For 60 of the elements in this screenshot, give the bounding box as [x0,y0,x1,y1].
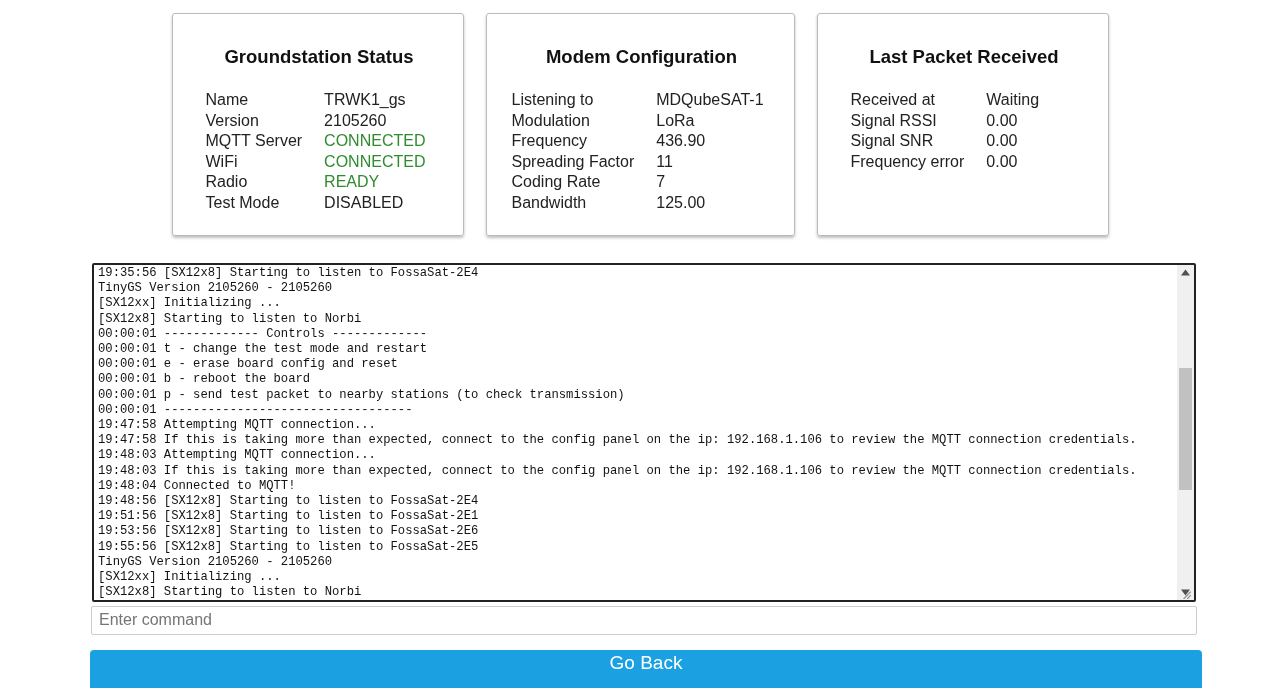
field-label: Test Mode [205,192,281,213]
field-value: LoRa [656,110,696,131]
log-line: 19:47:58 If this is taking more than expected, connect to the config panel on the ip: 192.168.1.106 to review the MQTT connection credentials. [98,433,1138,449]
card-title: Last Packet Received [868,46,1060,68]
log-line: 19:47:58 Attempting MQTT connection... [98,418,377,434]
field-label: Frequency [511,131,589,152]
log-line: [SX12x8] Starting to listen to Norbi [98,585,363,600]
field-label: MQTT Server [205,131,303,152]
field-label: Frequency error [850,151,965,172]
field-value: CONNECTED [324,131,426,152]
log-line: 00:00:01 ------------- Controls ------------- [98,326,429,342]
log-line: 00:00:01 p - send test packet to nearby stations (to check transmission) [98,387,626,403]
log-line: 19:48:04 Connected to MQTT! [98,478,297,495]
field-value: DISABLED [324,192,405,213]
field-value: CONNECTED [324,151,426,172]
field-label: Received at [850,90,936,110]
field-value: 7 [656,172,667,193]
field-value: 125.00 [656,192,707,213]
field-value: 436.90 [656,131,707,152]
log-line: [SX12xx] Initializing ... [98,296,282,312]
log-line: 00:00:01 t - change the test mode and restart [98,342,429,358]
field-value: 0.00 [986,151,1019,172]
log-line: 19:53:56 [SX12x8] Starting to listen to FossaSat-2E6 [98,524,480,540]
log-line: TinyGS Version 2105260 - 2105260 [98,281,334,297]
log-line: 00:00:01 b - reboot the board [98,372,312,388]
field-label: Radio [205,172,249,193]
log-line: 19:51:56 [SX12x8] Starting to listen to FossaSat-2E1 [98,509,480,525]
log-line: [SX12x8] Starting to listen to Norbi [98,311,363,327]
log-line: 00:00:01 e - erase board config and reset [98,357,399,373]
log-line: TinyGS Version 2105260 - 2105260 [98,554,334,571]
field-label: Coding Rate [511,172,602,193]
field-label: Bandwidth [511,192,588,213]
field-value: MDQubeSAT-1 [656,90,764,110]
scrollbar[interactable] [1177,265,1194,600]
field-label: Listening to [511,90,595,110]
field-label: Signal RSSI [850,110,938,131]
command-field[interactable]: Enter command [91,606,1197,635]
field-value: 0.00 [986,131,1019,152]
log-line: 19:48:03 If this is taking more than expected, connect to the config panel on the ip: 192.168.1.106 to review the MQTT connection credentials. [98,463,1138,479]
card-title: Modem Configuration [544,46,739,68]
field-label: WiFi [205,151,239,172]
field-label: Version [205,110,260,131]
field-label: Signal SNR [850,131,935,152]
log-line: 19:55:56 [SX12x8] Starting to listen to FossaSat-2E5 [98,539,480,555]
log-line: 19:48:56 [SX12x8] Starting to listen to FossaSat-2E4 [98,494,480,510]
card-title: Groundstation Status [223,46,415,68]
field-label: Name [205,90,250,110]
log-line: 19:48:03 Attempting MQTT connection... [98,448,377,464]
field-label: Spreading Factor [511,151,635,172]
field-value: Waiting [986,90,1040,110]
field-value: READY [324,172,381,193]
log-line: 00:00:01 ---------------------------------- [98,402,414,419]
field-value: 11 [656,151,674,172]
log-line: 19:35:56 [SX12x8] Starting to listen to FossaSat-2E4 [98,266,480,282]
field-value: 2105260 [324,110,388,131]
field-value: TRWK1_gs [324,90,407,110]
field-value: 0.00 [986,110,1019,131]
log-line: [SX12xx] Initializing ... [98,570,282,586]
go-back-button[interactable]: Go Back [90,649,1202,688]
field-label: Modulation [511,110,591,131]
